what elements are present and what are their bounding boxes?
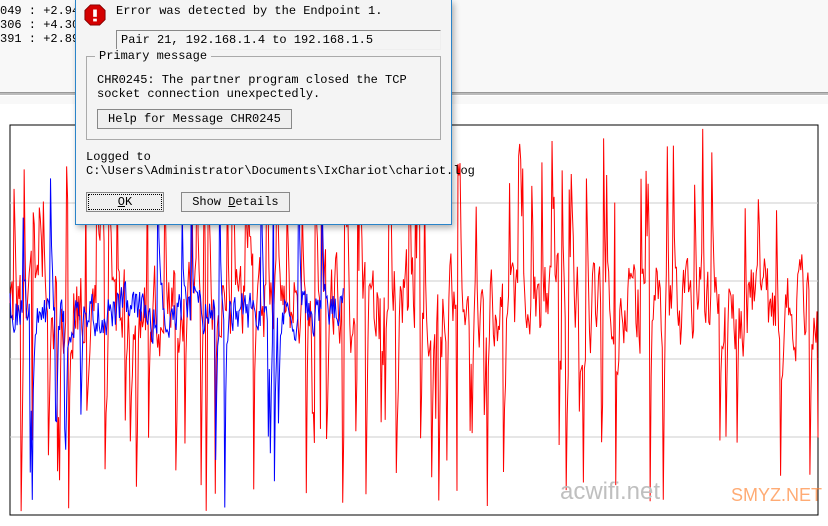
logged-path: C:\Users\Administrator\Documents\IxChari… <box>86 164 441 178</box>
show-details-button[interactable]: Show Details <box>181 192 289 212</box>
logged-label: Logged to <box>86 150 441 164</box>
details-rest: etails <box>235 195 278 209</box>
primary-message-text: CHR0245: The partner program closed the … <box>97 73 430 101</box>
help-button[interactable]: Help for Message CHR0245 <box>97 109 292 129</box>
primary-message-group: Primary message CHR0245: The partner pro… <box>86 56 441 140</box>
error-message: Error was detected by the Endpoint 1. <box>116 4 443 18</box>
error-dialog: Error was detected by the Endpoint 1. Pa… <box>75 0 452 225</box>
ok-button[interactable]: OK <box>86 192 164 212</box>
fieldset-legend: Primary message <box>95 49 211 63</box>
ok-button-rest: K <box>125 195 132 209</box>
pair-info: Pair 21, 192.168.1.4 to 192.168.1.5 <box>116 30 441 50</box>
error-stop-icon <box>84 4 106 26</box>
log-info: Logged to C:\Users\Administrator\Documen… <box>86 150 441 178</box>
